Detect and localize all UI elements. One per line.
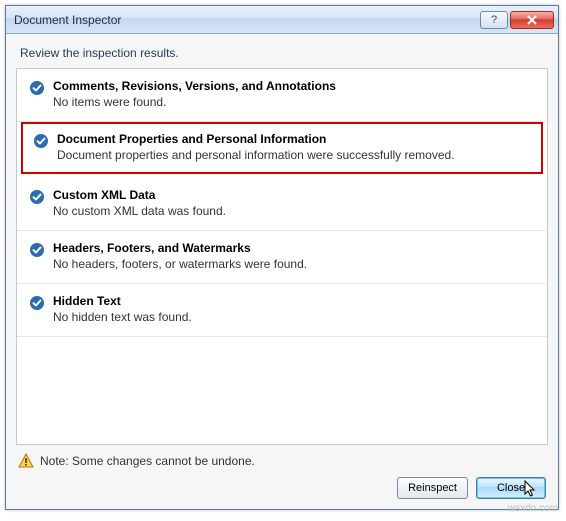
- reinspect-button[interactable]: Reinspect: [397, 477, 468, 499]
- result-item: Custom XML Data No custom XML data was f…: [17, 178, 547, 231]
- result-desc: Document properties and personal informa…: [57, 148, 531, 162]
- check-icon: [29, 80, 45, 96]
- result-desc: No custom XML data was found.: [53, 204, 535, 218]
- results-panel: Comments, Revisions, Versions, and Annot…: [16, 68, 548, 445]
- close-icon: [527, 15, 537, 25]
- result-title: Hidden Text: [53, 294, 535, 308]
- footer-note-text: Note: Some changes cannot be undone.: [40, 454, 255, 468]
- result-desc: No items were found.: [53, 95, 535, 109]
- dialog-body: Review the inspection results. Comments,…: [6, 34, 558, 509]
- result-title: Headers, Footers, and Watermarks: [53, 241, 535, 255]
- result-item: Headers, Footers, and Watermarks No head…: [17, 231, 547, 284]
- watermark: wsxdn.com: [508, 503, 558, 514]
- result-item-highlighted: Document Properties and Personal Informa…: [21, 122, 543, 174]
- window-title: Document Inspector: [14, 13, 478, 27]
- close-button[interactable]: Close: [476, 477, 546, 499]
- result-desc: No headers, footers, or watermarks were …: [53, 257, 535, 271]
- warning-icon: [18, 453, 34, 469]
- result-item: Comments, Revisions, Versions, and Annot…: [17, 69, 547, 122]
- result-title: Comments, Revisions, Versions, and Annot…: [53, 79, 535, 93]
- check-icon: [29, 242, 45, 258]
- titlebar: Document Inspector ?: [6, 6, 558, 34]
- footer-note: Note: Some changes cannot be undone.: [18, 453, 548, 469]
- check-icon: [33, 133, 49, 149]
- result-title: Document Properties and Personal Informa…: [57, 132, 531, 146]
- check-icon: [29, 189, 45, 205]
- result-text: Hidden Text No hidden text was found.: [53, 294, 535, 324]
- intro-text: Review the inspection results.: [20, 46, 548, 60]
- result-text: Document Properties and Personal Informa…: [57, 132, 531, 162]
- button-row: Reinspect Close: [16, 477, 548, 501]
- close-window-button[interactable]: [510, 11, 554, 29]
- result-item: Hidden Text No hidden text was found.: [17, 284, 547, 337]
- help-button[interactable]: ?: [480, 11, 508, 29]
- result-title: Custom XML Data: [53, 188, 535, 202]
- result-text: Headers, Footers, and Watermarks No head…: [53, 241, 535, 271]
- check-icon: [29, 295, 45, 311]
- result-text: Custom XML Data No custom XML data was f…: [53, 188, 535, 218]
- dialog-window: Document Inspector ? Review the inspecti…: [5, 5, 559, 510]
- result-text: Comments, Revisions, Versions, and Annot…: [53, 79, 535, 109]
- result-desc: No hidden text was found.: [53, 310, 535, 324]
